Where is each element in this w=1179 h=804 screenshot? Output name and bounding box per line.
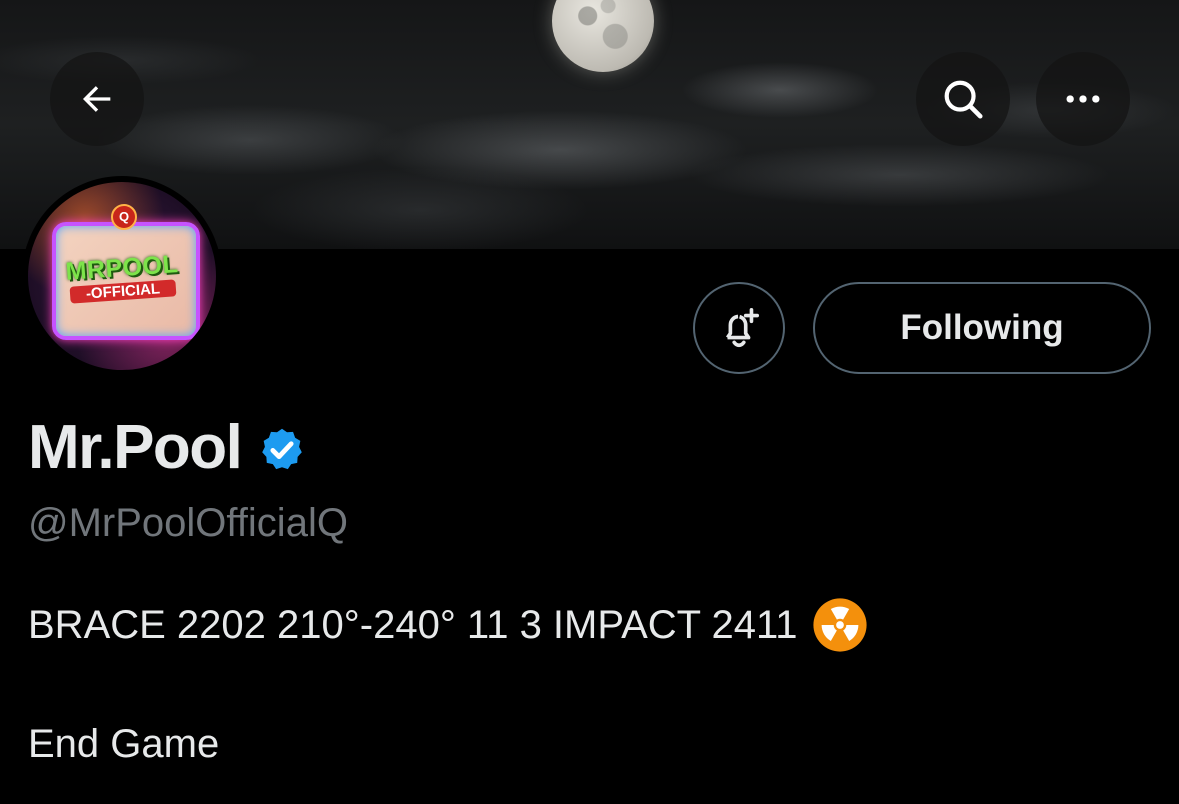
- verified-badge-icon[interactable]: [257, 425, 307, 475]
- avatar[interactable]: Q MRPOOL -OFFICIAL: [22, 176, 222, 376]
- back-button[interactable]: [50, 52, 144, 146]
- search-button[interactable]: [916, 52, 1010, 146]
- radioactive-icon: [813, 598, 868, 652]
- search-icon: [944, 80, 983, 119]
- profile-handle: @MrPoolOfficialQ: [28, 501, 348, 545]
- moon-image: [552, 0, 654, 72]
- bio-text: BRACE 2202 210°-240° 11 3 IMPACT 2411: [28, 603, 798, 647]
- following-button[interactable]: Following: [813, 282, 1151, 374]
- notifications-button[interactable]: [693, 282, 785, 374]
- bio-line-2: End Game: [28, 722, 220, 766]
- bell-plus-icon: [725, 307, 760, 348]
- arrow-left-icon: [83, 86, 111, 112]
- bio-line-1: BRACE 2202 210°-240° 11 3 IMPACT 2411: [28, 596, 869, 654]
- avatar-logo-badge: Q: [111, 204, 137, 230]
- profile-name-row: Mr.Pool: [28, 410, 307, 486]
- display-name: Mr.Pool: [28, 413, 243, 482]
- more-horizontal-icon: [1066, 95, 1100, 103]
- avatar-image: Q MRPOOL -OFFICIAL: [28, 182, 216, 370]
- more-button[interactable]: [1036, 52, 1130, 146]
